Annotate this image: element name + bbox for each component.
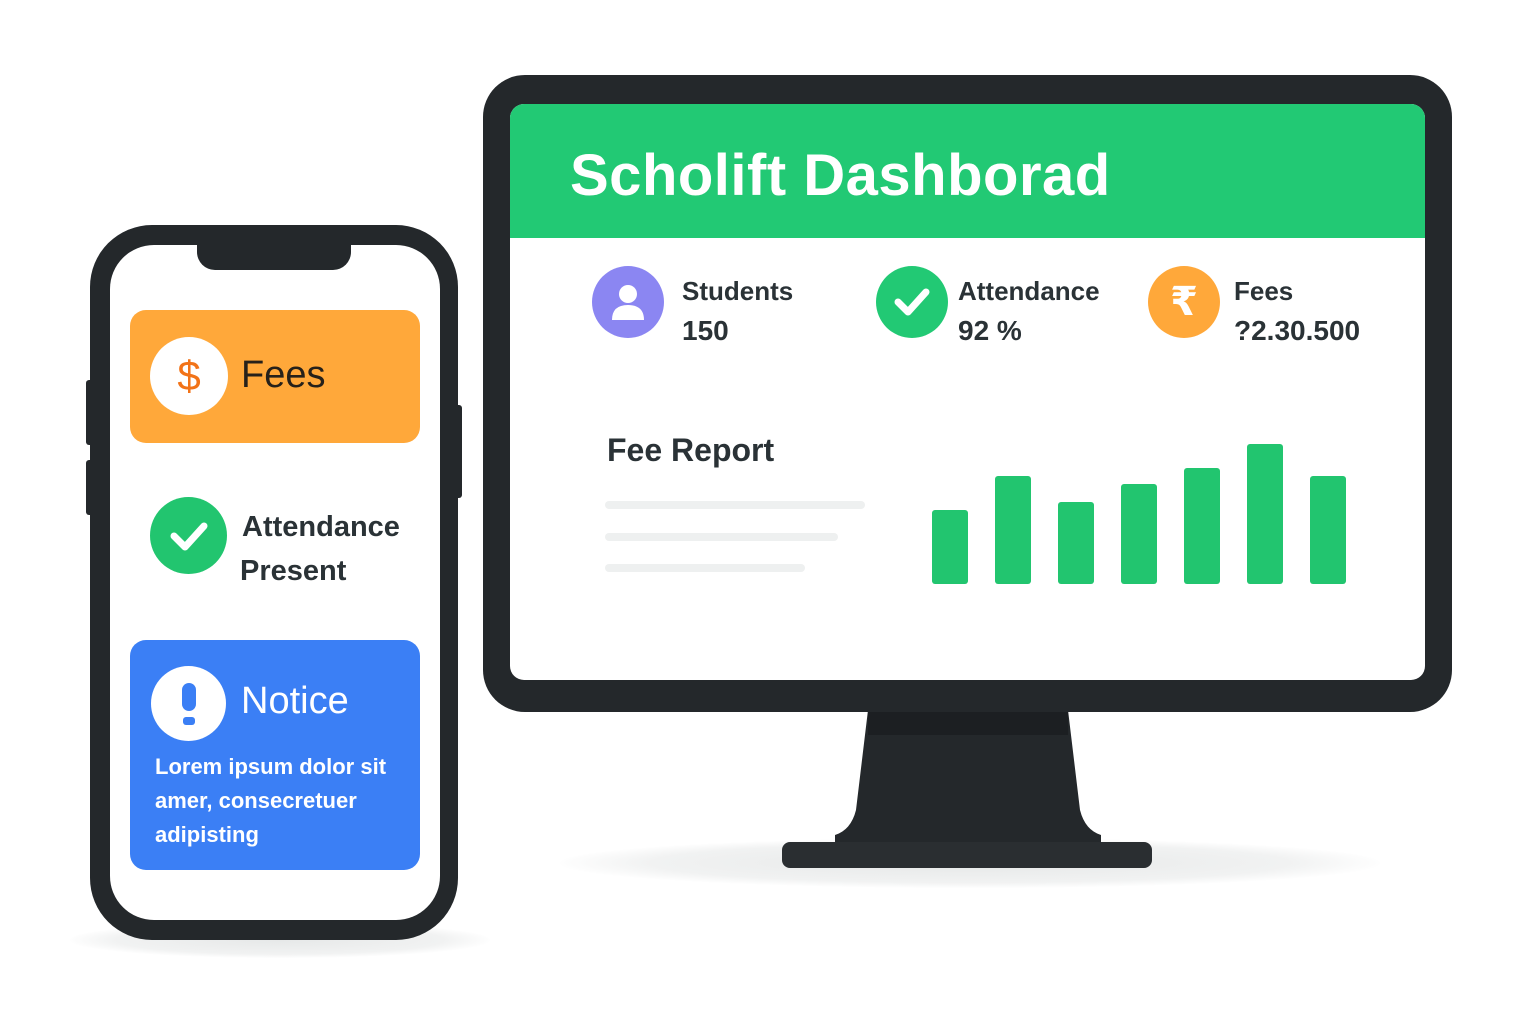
chart-bar-7: [1310, 476, 1346, 584]
chart-bar-1: [932, 510, 968, 584]
placeholder-line: [605, 501, 865, 509]
fees-card-label: Fees: [241, 354, 326, 396]
placeholder-line: [605, 533, 838, 541]
check-icon: [876, 266, 948, 338]
monitor: Scholift Dashborad Students 150 Attendan…: [483, 75, 1452, 712]
stat-students[interactable]: Students 150: [592, 266, 793, 347]
stat-value: ?2.30.500: [1234, 315, 1361, 346]
stat-label: Attendance: [958, 276, 1100, 306]
chart-bar-2: [995, 476, 1031, 584]
check-icon: [150, 497, 227, 574]
stat-value: 92 %: [958, 315, 1022, 346]
chart-bar-3: [1058, 502, 1094, 584]
dashboard-screen: Scholift Dashborad Students 150 Attendan…: [510, 104, 1425, 680]
attendance-status: Present: [240, 555, 347, 587]
chart-bar-6: [1247, 444, 1283, 584]
placeholder-line: [605, 564, 805, 572]
dollar-icon: $: [150, 337, 228, 415]
fee-report-chart: [932, 440, 1352, 586]
stat-label: Students: [682, 276, 794, 306]
rupee-icon: ₹: [1148, 266, 1220, 338]
phone-screen: $ Fees Attendance Present Notice Lorem i…: [110, 245, 440, 920]
dashboard-title: Scholift Dashborad: [570, 143, 1111, 208]
notice-title: Notice: [241, 680, 349, 722]
notice-card[interactable]: Notice Lorem ipsum dolor sit amer, conse…: [130, 640, 420, 870]
stat-value: 150: [682, 315, 729, 346]
monitor-stand: [835, 710, 1101, 845]
attendance-title: Attendance: [242, 511, 400, 543]
chart-bar-4: [1121, 484, 1157, 584]
stat-attendance[interactable]: Attendance 92 %: [876, 266, 1100, 347]
chart-bar-5: [1184, 468, 1220, 584]
monitor-base: [782, 842, 1152, 868]
dashboard-header: Scholift Dashborad: [510, 104, 1425, 238]
stat-fees[interactable]: ₹ Fees ?2.30.500: [1148, 266, 1360, 347]
stat-label: Fees: [1234, 276, 1294, 306]
notice-body: Lorem ipsum dolor sit amer, consecretuer…: [155, 754, 387, 847]
phone-notch: [197, 245, 351, 270]
fee-report-title: Fee Report: [607, 432, 775, 468]
phone: $ Fees Attendance Present Notice Lorem i…: [90, 225, 458, 940]
fees-card[interactable]: $ Fees: [130, 310, 420, 443]
exclamation-icon: [151, 666, 226, 741]
user-icon: [592, 266, 664, 338]
